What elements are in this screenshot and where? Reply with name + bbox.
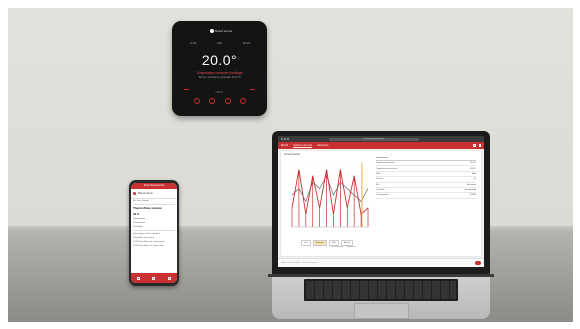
- thermostat-buttons: [194, 98, 246, 104]
- close-icon[interactable]: [281, 138, 283, 140]
- app-brand[interactable]: Bosch: [281, 144, 288, 147]
- header-actions: [473, 144, 481, 147]
- thermostat-logo: Bosch Home: [210, 29, 233, 34]
- product-scene: Bosch Home pt 5s A/S 10:15 20.0° Tempéra…: [0, 0, 580, 329]
- table-key: Mode: [376, 172, 381, 175]
- phone-line-4: 10:30 Chaudière en route / prêt: [133, 244, 164, 247]
- table-value: 1,5: [473, 178, 476, 181]
- user-icon[interactable]: [478, 144, 481, 147]
- phone-screen: Bosch EasyControl Bosch Home Mr. Jean Du…: [131, 183, 177, 283]
- phone-row-3[interactable]: Chauffage: [131, 225, 177, 229]
- period-day[interactable]: Jour: [301, 240, 311, 246]
- thermostat-status-1: pt 5s: [190, 41, 197, 45]
- thermostat-device: Bosch Home pt 5s A/S 10:15 20.0° Tempéra…: [172, 21, 267, 116]
- legend-temperature: Température: [346, 246, 357, 248]
- minimize-icon[interactable]: [284, 138, 286, 140]
- settings-icon[interactable]: [167, 276, 171, 280]
- thermostat-status-3: 10:15: [242, 41, 250, 45]
- app-header: Bosch Tableau de bord Historique: [278, 142, 484, 149]
- main-content: Consommation Jour Semaine Mois Année Con…: [278, 149, 484, 259]
- series-line: [291, 169, 369, 216]
- table-value: Fonctionnelle: [464, 189, 476, 192]
- thermostat-down-button[interactable]: [209, 98, 216, 104]
- table-key: Température ambiante: [376, 162, 395, 165]
- bosch-logo-icon: [133, 192, 136, 195]
- thermostat-right-button[interactable]: [239, 98, 246, 104]
- table-value: Auto: [472, 172, 476, 175]
- table-value: En marche: [466, 183, 476, 186]
- phone-header-title: Bosch Home: [138, 192, 153, 195]
- tab-history[interactable]: Historique: [317, 144, 329, 147]
- laptop-device: bosch-easycontrol.com Bosch Tableau de b…: [272, 131, 490, 274]
- bosch-logo-icon: [475, 261, 481, 265]
- table-value: 20,0°C: [470, 167, 476, 170]
- laptop-screen: bosch-easycontrol.com Bosch Tableau de b…: [278, 136, 484, 267]
- table-key: Température de consigne: [376, 167, 398, 170]
- panel-title: Consommation: [284, 153, 301, 156]
- thermostat-status-row: pt 5s A/S 10:15: [190, 41, 250, 45]
- table-row: Consommation 12 kWh: [376, 193, 476, 199]
- smartphone-device: Bosch EasyControl Bosch Home Mr. Jean Du…: [129, 180, 179, 286]
- app-footer: Robert Bosch GmbH — Mentions légales: [278, 258, 484, 267]
- keyboard-keys: [306, 281, 456, 299]
- maximize-icon[interactable]: [287, 138, 289, 140]
- table-key: Pression: [376, 178, 384, 181]
- thermostat-temperature: 20.0°: [201, 52, 238, 68]
- laptop-keyboard: [304, 279, 458, 301]
- thermostat-menu-label: MENU: [215, 91, 224, 94]
- table-key: Chaudière: [376, 189, 385, 192]
- consumption-chart: [291, 162, 369, 228]
- phone-header: Bosch Home: [131, 189, 177, 199]
- minus-icon[interactable]: [184, 89, 189, 90]
- footer-text: Robert Bosch GmbH — Mentions légales: [281, 262, 318, 264]
- thermostat-ok-button[interactable]: [224, 98, 231, 104]
- table-key: État: [376, 183, 380, 186]
- address-bar[interactable]: bosch-easycontrol.com: [329, 137, 419, 141]
- thermostat-brand: Bosch Home: [215, 29, 233, 33]
- table-value: 12 kWh: [469, 194, 476, 197]
- dashboard-panel: Consommation Jour Semaine Mois Année Con…: [281, 151, 481, 256]
- info-table: Informations Température ambiante 21,0°C …: [376, 156, 476, 199]
- notification-icon[interactable]: [473, 144, 476, 147]
- table-value: 21,0°C: [470, 162, 476, 165]
- thermostat-left-button[interactable]: [194, 98, 200, 104]
- phone-bottom-nav: [131, 273, 177, 283]
- tab-dashboard[interactable]: Tableau de bord: [293, 144, 312, 148]
- bosch-logo-icon: [210, 29, 214, 34]
- window-controls: [281, 138, 289, 140]
- thermostat-status-2: A/S: [217, 41, 222, 45]
- thermostat-subtitle-2: Temp. ambiante actuelle 21,0°C: [198, 75, 241, 79]
- plus-icon[interactable]: [250, 89, 255, 90]
- table-key: Consommation: [376, 194, 389, 197]
- chart-legend: Consommation Température: [331, 246, 356, 248]
- phone-device-name[interactable]: Mr. Jean Dupont: [131, 199, 177, 203]
- legend-consumption: Consommation: [331, 246, 344, 248]
- period-week[interactable]: Semaine: [312, 240, 327, 246]
- chart-icon[interactable]: [152, 276, 156, 280]
- laptop-trackpad[interactable]: [354, 303, 409, 319]
- home-icon[interactable]: [137, 276, 141, 280]
